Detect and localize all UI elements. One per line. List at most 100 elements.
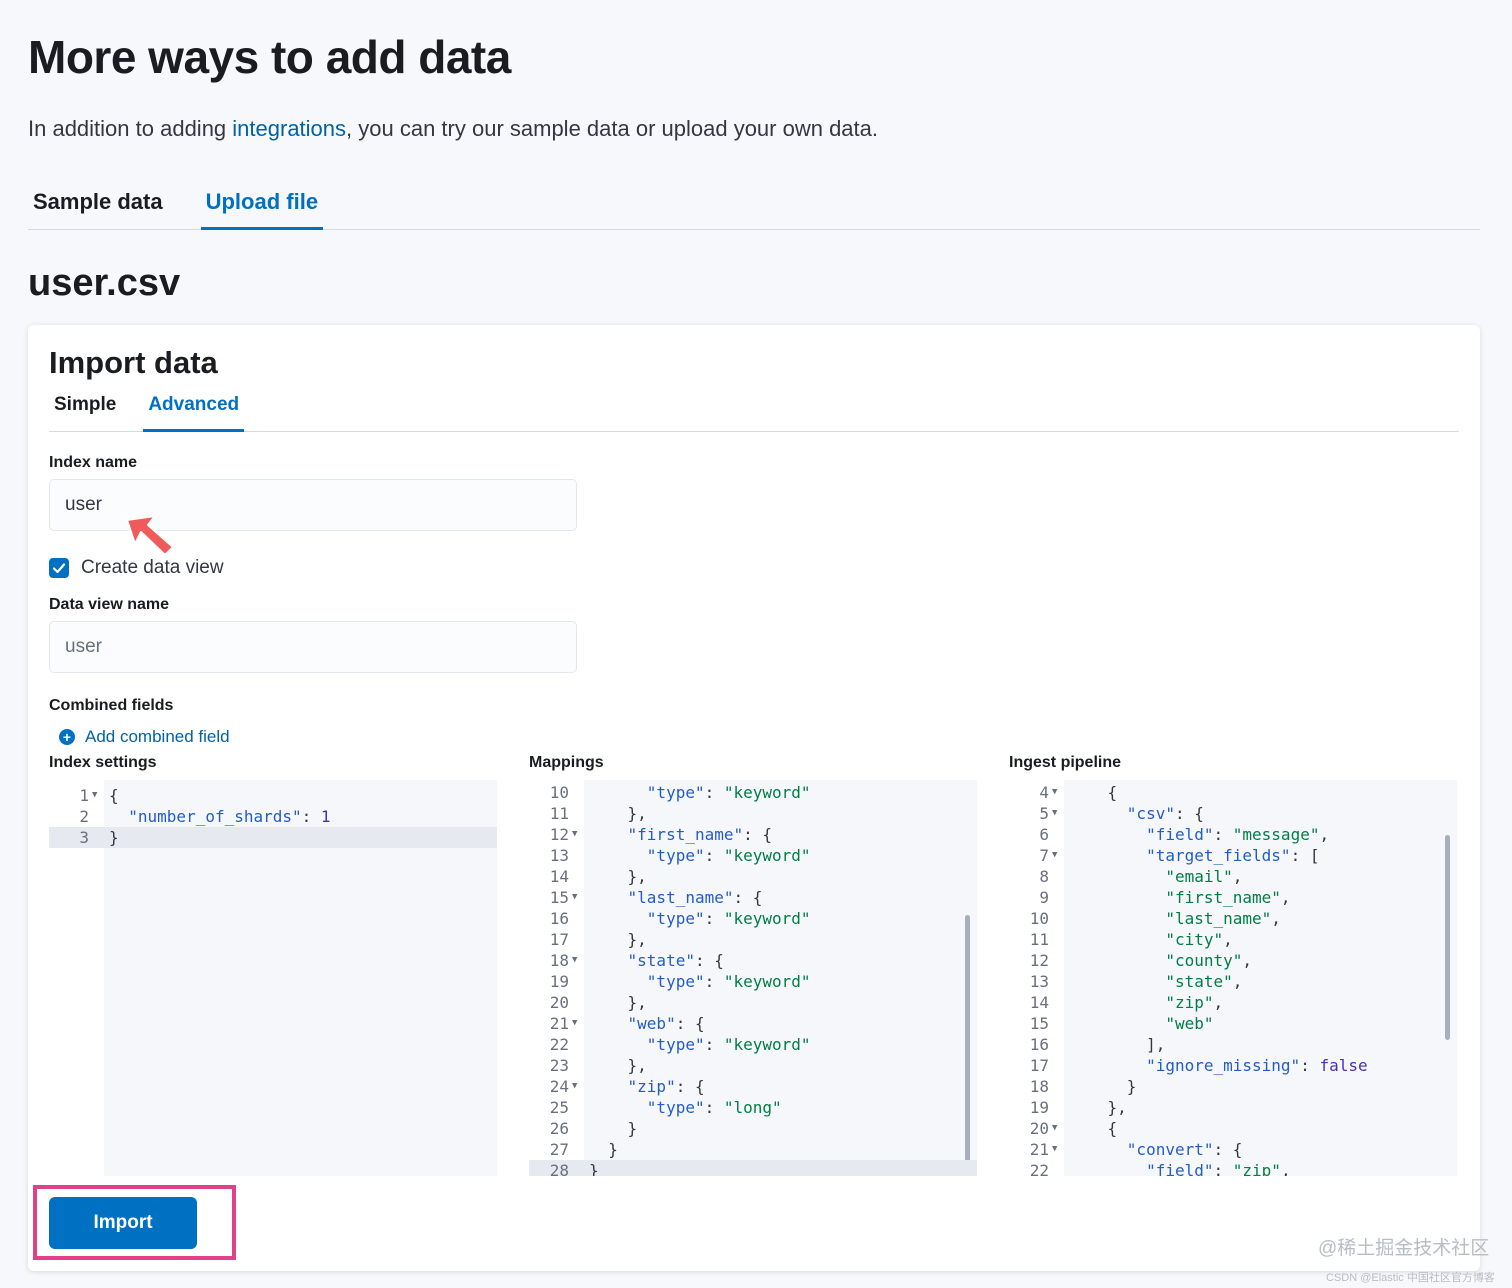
code-line[interactable]: 20 }, <box>529 992 977 1013</box>
code-line[interactable]: 13 "type": "keyword" <box>529 845 977 866</box>
code-text: { <box>109 786 119 805</box>
code-text: } <box>589 1161 599 1176</box>
line-number: 9 <box>1039 888 1049 907</box>
code-line[interactable]: 16 ], <box>1009 1034 1457 1055</box>
code-line[interactable]: 24 ▼ "zip": { <box>529 1076 977 1097</box>
code-line[interactable]: 18 } <box>1009 1076 1457 1097</box>
line-number: 21 <box>1029 1140 1049 1159</box>
code-text: "zip": { <box>627 1077 705 1096</box>
code-line[interactable]: 19 "type": "keyword" <box>529 971 977 992</box>
data-view-name-input[interactable]: user <box>49 621 577 673</box>
code-line[interactable]: 25 "type": "long" <box>529 1097 977 1118</box>
arrow-icon <box>126 515 174 556</box>
code-text: "csv": { <box>1126 804 1204 823</box>
import-button[interactable]: Import <box>49 1197 197 1249</box>
fold-caret-icon[interactable]: ▼ <box>1052 1139 1057 1160</box>
import-data-title: Import data <box>49 345 218 380</box>
line-number: 18 <box>549 951 569 970</box>
code-text: "city", <box>1165 930 1233 949</box>
fold-caret-icon[interactable]: ▼ <box>1052 803 1057 824</box>
line-number: 25 <box>549 1098 569 1117</box>
fold-caret-icon[interactable]: ▼ <box>92 785 97 806</box>
code-line[interactable]: 10 "last_name", <box>1009 908 1457 929</box>
code-line[interactable]: 7 ▼ "target_fields": [ <box>1009 845 1457 866</box>
code-line[interactable]: 8 "email", <box>1009 866 1457 887</box>
code-line[interactable]: 23 }, <box>529 1055 977 1076</box>
add-data-tabs: Sample data Upload file <box>28 178 1480 230</box>
code-line[interactable]: 11 }, <box>529 803 977 824</box>
code-line[interactable]: 20 ▼ { <box>1009 1118 1457 1139</box>
code-line[interactable]: 6 "field": "message", <box>1009 824 1457 845</box>
code-line[interactable]: 13 "state", <box>1009 971 1457 992</box>
code-text: } <box>589 1140 618 1159</box>
code-line[interactable]: 17 }, <box>529 929 977 950</box>
tab-upload-file[interactable]: Upload file <box>200 178 324 230</box>
line-number: 15 <box>549 888 569 907</box>
code-line[interactable]: 11 "city", <box>1009 929 1457 950</box>
code-line[interactable]: 4 ▼ { <box>1009 782 1457 803</box>
code-line[interactable]: 17 "ignore_missing": false <box>1009 1055 1457 1076</box>
fold-caret-icon[interactable]: ▼ <box>572 1013 577 1034</box>
code-line[interactable]: 1 ▼ { <box>49 785 497 806</box>
code-line[interactable]: 19 }, <box>1009 1097 1457 1118</box>
code-line[interactable]: 22 "field": "zip", <box>1009 1160 1457 1176</box>
code-line[interactable]: 22 "type": "keyword" <box>529 1034 977 1055</box>
line-number: 13 <box>1029 972 1049 991</box>
code-line[interactable]: 12 "county", <box>1009 950 1457 971</box>
fold-caret-icon[interactable]: ▼ <box>1052 845 1057 866</box>
data-view-name-label: Data view name <box>49 596 170 613</box>
plus-circle-icon: + <box>59 729 75 745</box>
create-data-view-checkbox[interactable] <box>49 558 69 578</box>
code-line[interactable]: 27 } <box>529 1139 977 1160</box>
code-line[interactable]: 21 ▼ "web": { <box>529 1013 977 1034</box>
line-number: 12 <box>1029 951 1049 970</box>
line-number: 7 <box>1039 846 1049 865</box>
code-text: ], <box>1069 1035 1166 1054</box>
code-line[interactable]: 5 ▼ "csv": { <box>1009 803 1457 824</box>
add-combined-field-button[interactable]: + Add combined field <box>59 727 230 747</box>
ingest-pipeline-label: Ingest pipeline <box>1009 754 1122 771</box>
file-name-heading: user.csv <box>28 262 181 304</box>
fold-caret-icon[interactable]: ▼ <box>1052 1118 1057 1139</box>
code-line[interactable]: 2 "number_of_shards": 1 <box>49 806 497 827</box>
fold-caret-icon[interactable]: ▼ <box>1052 782 1057 803</box>
code-line[interactable]: 14 }, <box>529 866 977 887</box>
mappings-editor[interactable]: 10 "type": "keyword" 11 }, 12 ▼ "first_name… <box>529 780 977 1176</box>
fold-caret-icon[interactable]: ▼ <box>572 950 577 971</box>
code-text: "zip", <box>1165 993 1224 1012</box>
tab-sample-data[interactable]: Sample data <box>28 178 168 230</box>
code-line[interactable]: 28} <box>529 1160 977 1176</box>
index-settings-editor[interactable]: 1 ▼{2 "number_of_shards": 1 3} <box>49 780 497 1176</box>
code-text: "type": "long" <box>646 1098 782 1117</box>
code-line[interactable]: 3} <box>49 827 497 848</box>
code-line[interactable]: 26 } <box>529 1118 977 1139</box>
fold-caret-icon[interactable]: ▼ <box>572 824 577 845</box>
code-line[interactable]: 9 "first_name", <box>1009 887 1457 908</box>
code-text: }, <box>589 804 647 823</box>
code-line[interactable]: 14 "zip", <box>1009 992 1457 1013</box>
tab-simple[interactable]: Simple <box>49 391 121 432</box>
watermark-sub: CSDN @Elastic 中国社区官方博客 <box>1326 1272 1495 1284</box>
code-line[interactable]: 15 "web" <box>1009 1013 1457 1034</box>
code-text: "county", <box>1165 951 1253 970</box>
code-line[interactable]: 12 ▼ "first_name": { <box>529 824 977 845</box>
code-text: "web" <box>1165 1014 1214 1033</box>
fold-caret-icon[interactable]: ▼ <box>572 887 577 908</box>
code-text: }, <box>589 1056 647 1075</box>
add-combined-field-label: Add combined field <box>85 727 230 746</box>
code-line[interactable]: 21 ▼ "convert": { <box>1009 1139 1457 1160</box>
code-line[interactable]: 18 ▼ "state": { <box>529 950 977 971</box>
create-data-view-row[interactable]: Create data view <box>49 557 224 579</box>
line-number: 14 <box>1029 993 1049 1012</box>
code-line[interactable]: 16 "type": "keyword" <box>529 908 977 929</box>
code-text: } <box>1069 1077 1137 1096</box>
code-line[interactable]: 15 ▼ "last_name": { <box>529 887 977 908</box>
code-text: "type": "keyword" <box>646 846 811 865</box>
combined-fields-label: Combined fields <box>49 697 174 714</box>
line-number: 19 <box>1029 1098 1049 1117</box>
fold-caret-icon[interactable]: ▼ <box>572 1076 577 1097</box>
ingest-pipeline-editor[interactable]: 4 ▼ {5 ▼ "csv": {6 "field": "message", 7 ▼ "… <box>1009 780 1457 1176</box>
integrations-link[interactable]: integrations <box>232 116 346 141</box>
code-line[interactable]: 10 "type": "keyword" <box>529 782 977 803</box>
tab-advanced[interactable]: Advanced <box>143 391 245 432</box>
